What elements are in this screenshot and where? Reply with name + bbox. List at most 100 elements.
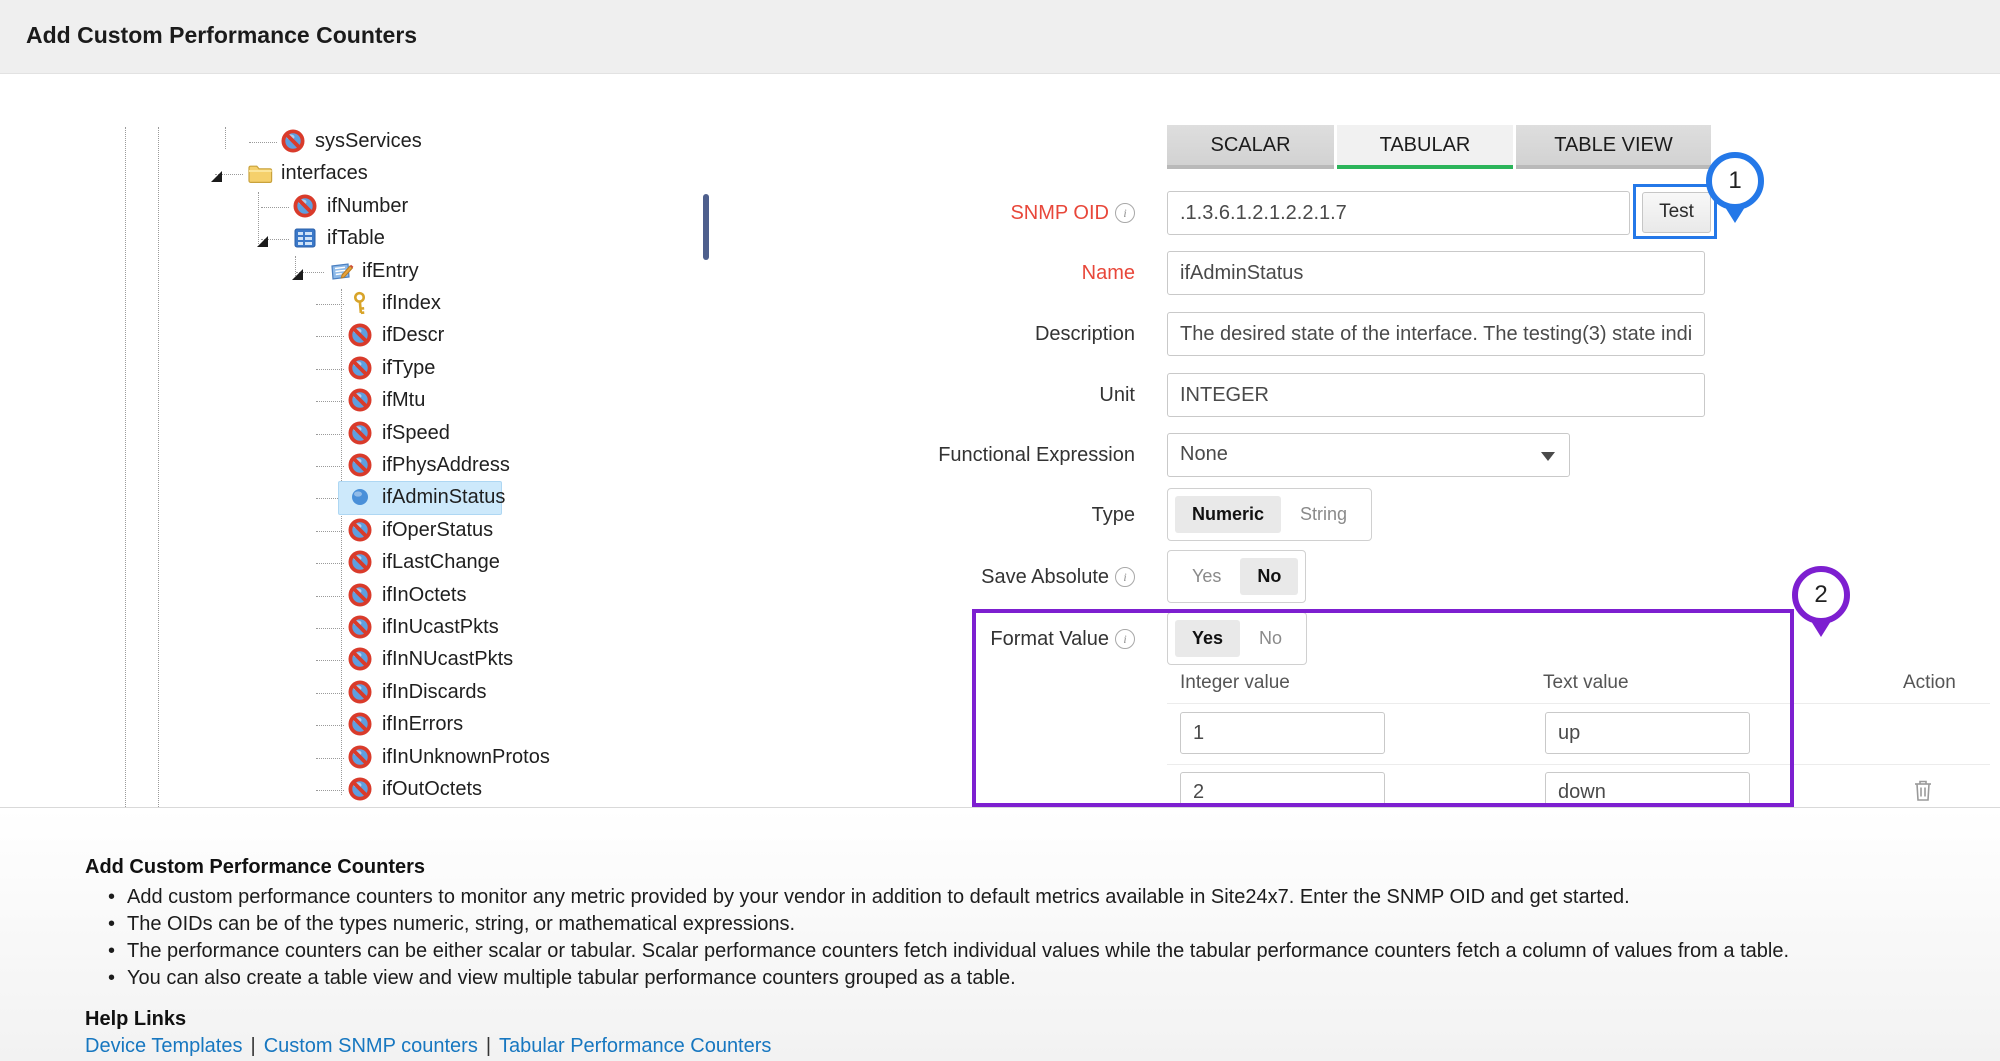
tree-connector xyxy=(316,336,344,337)
tree-item-label: ifInDiscards xyxy=(382,681,486,704)
tree-item-label: ifTable xyxy=(327,227,385,250)
name-input[interactable] xyxy=(1167,251,1705,295)
tree-item-ifInErrors[interactable]: ifInErrors xyxy=(0,710,680,743)
tree-item-ifLastChange[interactable]: ifLastChange xyxy=(0,548,680,581)
tree-item-ifInUnknownProtos[interactable]: ifInUnknownProtos xyxy=(0,743,680,776)
prohibited-icon xyxy=(348,453,372,477)
tree-item-ifInDiscards[interactable]: ifInDiscards xyxy=(0,678,680,711)
tree-item-label: ifInUcastPkts xyxy=(382,616,499,639)
delete-row-icon[interactable] xyxy=(1912,778,1934,802)
save-absolute-yes[interactable]: Yes xyxy=(1175,558,1238,595)
help-bullet: The OIDs can be of the types numeric, st… xyxy=(108,913,795,936)
tab-tabular[interactable]: TABULAR xyxy=(1337,125,1513,169)
info-icon[interactable]: i xyxy=(1115,567,1135,587)
tree-item-label: ifEntry xyxy=(362,260,419,283)
prohibited-icon xyxy=(348,550,372,574)
prohibited-icon xyxy=(348,680,372,704)
tree-item-label: ifOutOctets xyxy=(382,778,482,801)
functional-expression-value: None xyxy=(1180,443,1228,466)
functional-expression-select[interactable]: None xyxy=(1167,433,1570,477)
info-icon[interactable]: i xyxy=(1115,203,1135,223)
key-icon xyxy=(348,291,372,315)
prohibited-icon xyxy=(281,129,305,153)
name-label: Name xyxy=(700,262,1135,285)
add-custom-performance-counters-page: Add Custom Performance Counters sysServi… xyxy=(0,0,2000,1061)
page-header: Add Custom Performance Counters xyxy=(0,0,2000,74)
tree-item-ifInOctets[interactable]: ifInOctets xyxy=(0,581,680,614)
type-toggle: Numeric String xyxy=(1167,488,1372,541)
prohibited-icon xyxy=(348,583,372,607)
tree-expander-icon[interactable] xyxy=(257,234,268,245)
tree-connector xyxy=(316,628,344,629)
tree-item-label: ifAdminStatus xyxy=(382,486,505,509)
tree-connector xyxy=(316,434,344,435)
tree-item-ifInNUcastPkts[interactable]: ifInNUcastPkts xyxy=(0,645,680,678)
help-links-heading: Help Links xyxy=(85,1008,186,1031)
tree-item-label: ifPhysAddress xyxy=(382,454,510,477)
description-input[interactable] xyxy=(1167,312,1705,356)
tree-item-ifInUcastPkts[interactable]: ifInUcastPkts xyxy=(0,613,680,646)
type-option-numeric[interactable]: Numeric xyxy=(1175,496,1281,533)
tree-item-ifAdminStatus[interactable]: ifAdminStatus xyxy=(0,483,680,516)
tree-expander-icon[interactable] xyxy=(211,169,222,180)
tree-connector xyxy=(316,790,344,791)
tree-item-sysServices[interactable]: sysServices xyxy=(0,127,680,160)
tree-item-ifOutOctets[interactable]: ifOutOctets xyxy=(0,775,680,808)
tree-connector xyxy=(316,563,344,564)
prohibited-icon xyxy=(348,712,372,736)
tree-item-ifOperStatus[interactable]: ifOperStatus xyxy=(0,516,680,549)
tree-item-ifIndex[interactable]: ifIndex xyxy=(0,289,680,322)
prohibited-icon xyxy=(348,777,372,801)
tree-item-ifTable[interactable]: ifTable xyxy=(0,224,680,257)
prohibited-icon xyxy=(348,615,372,639)
tree-item-label: sysServices xyxy=(315,130,422,153)
unit-label: Unit xyxy=(700,384,1135,407)
selected-dot-icon xyxy=(348,485,372,509)
tree-item-ifEntry[interactable]: ifEntry xyxy=(0,257,680,290)
page-title: Add Custom Performance Counters xyxy=(26,22,417,49)
help-heading: Add Custom Performance Counters xyxy=(85,856,425,879)
description-label: Description xyxy=(700,323,1135,346)
tree-expander-icon[interactable] xyxy=(292,267,303,278)
tree-item-label: ifInOctets xyxy=(382,584,466,607)
annotation-box-format-value xyxy=(972,609,1794,807)
save-absolute-no[interactable]: No xyxy=(1240,558,1298,595)
type-label: Type xyxy=(700,504,1135,527)
tree-item-label: ifSpeed xyxy=(382,422,450,445)
tree-connector xyxy=(249,142,277,143)
tree-item-ifNumber[interactable]: ifNumber xyxy=(0,192,680,225)
tab-table-view[interactable]: TABLE VIEW xyxy=(1516,125,1711,169)
entry-icon xyxy=(328,259,352,283)
tree-item-ifSpeed[interactable]: ifSpeed xyxy=(0,419,680,452)
tree-connector xyxy=(316,725,344,726)
tree-item-ifType[interactable]: ifType xyxy=(0,354,680,387)
tree-item-interfaces[interactable]: interfaces xyxy=(0,159,680,192)
help-bullet: Add custom performance counters to monit… xyxy=(108,886,1630,909)
snmp-oid-input[interactable] xyxy=(1167,191,1630,235)
help-link-custom-snmp-counters[interactable]: Custom SNMP counters xyxy=(264,1035,478,1057)
tree-item-label: ifIndex xyxy=(382,292,441,315)
functional-expression-label: Functional Expression xyxy=(700,444,1135,467)
chevron-down-icon xyxy=(1541,452,1555,461)
prohibited-icon xyxy=(293,194,317,218)
tree-connector xyxy=(261,207,289,208)
help-links: Device Templates|Custom SNMP counters|Ta… xyxy=(85,1035,771,1058)
tree-item-label: ifNumber xyxy=(327,195,408,218)
tab-scalar[interactable]: SCALAR xyxy=(1167,125,1334,169)
tree-item-ifPhysAddress[interactable]: ifPhysAddress xyxy=(0,451,680,484)
tree-connector xyxy=(316,596,344,597)
test-button[interactable]: Test xyxy=(1642,192,1711,233)
unit-input[interactable] xyxy=(1167,373,1705,417)
tree-item-label: ifInNUcastPkts xyxy=(382,648,513,671)
save-absolute-toggle: Yes No xyxy=(1167,550,1306,603)
help-bullet: You can also create a table view and vie… xyxy=(108,967,1016,990)
type-option-string[interactable]: String xyxy=(1283,496,1364,533)
help-link-tabular-performance-counters[interactable]: Tabular Performance Counters xyxy=(499,1035,771,1057)
tree-connector xyxy=(316,693,344,694)
tree-item-ifDescr[interactable]: ifDescr xyxy=(0,321,680,354)
prohibited-icon xyxy=(348,518,372,542)
tree-connector xyxy=(316,466,344,467)
prohibited-icon xyxy=(348,356,372,380)
help-link-device-templates[interactable]: Device Templates xyxy=(85,1035,242,1057)
tree-item-ifMtu[interactable]: ifMtu xyxy=(0,386,680,419)
